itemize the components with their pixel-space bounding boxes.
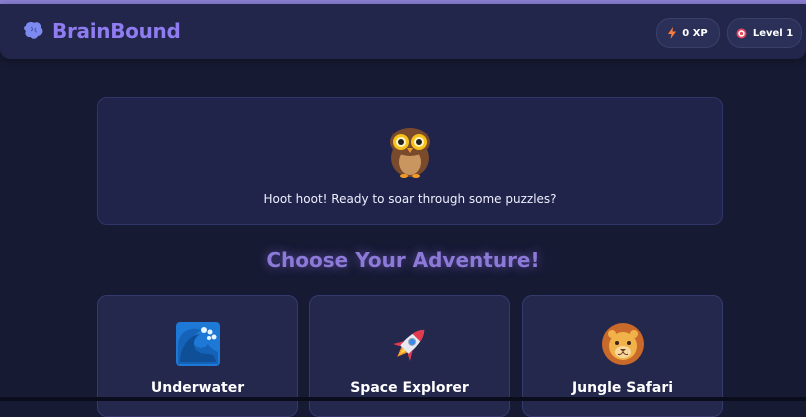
section-title: Choose Your Adventure! (266, 248, 540, 272)
xp-label: 0 XP (682, 27, 708, 39)
wave-icon (176, 322, 220, 366)
adventure-label: Underwater (150, 380, 245, 396)
taskbar-strip (0, 397, 806, 401)
owl-icon (390, 128, 430, 178)
app-header: BrainBound 0 XP Level 1 (0, 4, 806, 59)
mascot-card: Hoot hoot! Ready to soar through some pu… (97, 97, 723, 225)
mascot-message: Hoot hoot! Ready to soar through some pu… (263, 192, 557, 206)
adventure-label: Space Explorer (350, 380, 469, 396)
brand-name: BrainBound (52, 19, 181, 43)
level-label: Level 1 (752, 27, 794, 39)
brain-icon (24, 22, 43, 39)
brand-logo[interactable]: BrainBound (22, 19, 181, 43)
rocket-icon (393, 329, 425, 361)
level-badge[interactable]: Level 1 (727, 18, 802, 48)
lion-icon (602, 323, 644, 365)
xp-badge[interactable]: 0 XP (656, 18, 720, 48)
lightning-icon (668, 27, 677, 39)
adventure-label: Jungle Safari (571, 380, 674, 396)
target-icon (736, 28, 747, 38)
